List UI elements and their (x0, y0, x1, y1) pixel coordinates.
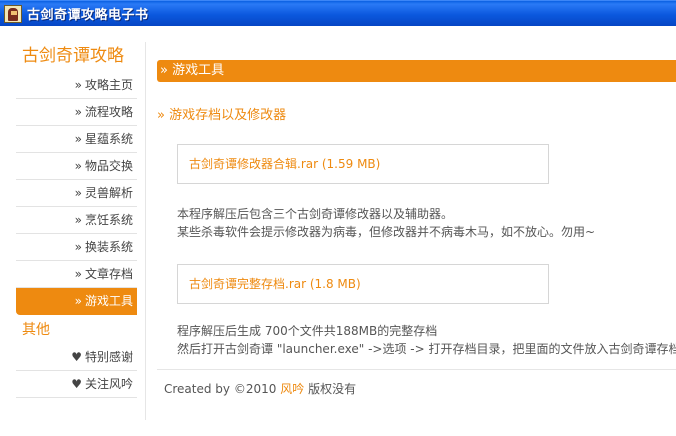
sidebar-item-label: 特别感谢 (84, 350, 133, 364)
sidebar-item-label: 攻略主页 (84, 78, 133, 92)
file-link-text[interactable]: 古剑奇谭修改器合辑.rar (1.59 MB) (189, 157, 380, 171)
sidebar-item-game-tools[interactable]: » 游戏工具 (16, 288, 137, 315)
sidebar-title: 古剑奇谭攻略 (22, 46, 124, 66)
footer-suffix: 版权没有 (308, 382, 357, 396)
sidebar-divider (145, 42, 146, 420)
arrow-icon: » (74, 78, 82, 92)
window-titlebar: 古剑奇谭攻略电子书 (0, 0, 676, 26)
file-description: 程序解压后生成 700个文件共188MB的完整存档 然后打开古剑奇谭 "laun… (177, 322, 676, 358)
sidebar-item-costume[interactable]: » 换装系统 (16, 234, 137, 261)
description-line: 然后打开古剑奇谭 "launcher.exe" ->选项 -> 打开存档目录，把… (177, 342, 676, 356)
sidebar-item-label: 物品交换 (84, 159, 133, 173)
sidebar-item-label: 文章存档 (84, 267, 133, 281)
arrow-icon: » (74, 159, 82, 173)
description-line: 本程序解压后包含三个古剑奇谭修改器以及辅助器。 (177, 207, 454, 221)
sidebar: 古剑奇谭攻略 » 攻略主页 » 流程攻略 » 星蕴系统 » 物品交换 » 灵兽解析 » 烹饪… (16, 40, 137, 398)
arrow-icon: » (74, 105, 82, 119)
section-title: » 游戏工具 (157, 60, 676, 82)
footer-prefix: Created by ©2010 (164, 382, 277, 396)
arrow-icon: » (74, 294, 82, 308)
sidebar-item-walkthrough[interactable]: » 流程攻略 (16, 99, 137, 126)
subheading: » 游戏存档以及修改器 (157, 108, 287, 123)
main-content: » 游戏工具 » 游戏存档以及修改器 古剑奇谭修改器合辑.rar (1.59 M… (157, 60, 676, 396)
file-description: 本程序解压后包含三个古剑奇谭修改器以及辅助器。 某些杀毒软件会提示修改器为病毒，… (177, 205, 676, 241)
sidebar-item-home[interactable]: » 攻略主页 (16, 72, 137, 99)
heart-icon: ♥ (71, 350, 82, 364)
file-link-text[interactable]: 古剑奇谭完整存档.rar (1.8 MB) (189, 277, 361, 291)
arrow-icon: » (74, 132, 82, 146)
sidebar-item-thanks[interactable]: ♥ 特别感谢 (16, 344, 137, 371)
footer-author-link[interactable]: 风吟 (280, 382, 304, 396)
sidebar-item-label: 游戏工具 (84, 294, 133, 308)
sidebar-item-label: 流程攻略 (84, 105, 133, 119)
sidebar-item-label: 关注风吟 (84, 377, 133, 391)
arrow-icon: » (74, 267, 82, 281)
sidebar-item-cooking[interactable]: » 烹饪系统 (16, 207, 137, 234)
description-line: 程序解压后生成 700个文件共188MB的完整存档 (177, 324, 438, 338)
sidebar-item-articles[interactable]: » 文章存档 (16, 261, 137, 288)
file-download-link[interactable]: 古剑奇谭完整存档.rar (1.8 MB) (177, 264, 549, 304)
footer: Created by ©2010 风吟 版权没有 (164, 380, 356, 397)
sidebar-other-title: 其他 (22, 322, 50, 338)
description-line: 某些杀毒软件会提示修改器为病毒，但修改器并不病毒木马，如不放心。勿用~ (177, 225, 596, 239)
sidebar-item-label: 灵兽解析 (84, 186, 133, 200)
heart-icon: ♥ (71, 377, 82, 391)
app-icon[interactable] (4, 4, 22, 23)
sidebar-item-item-exchange[interactable]: » 物品交换 (16, 153, 137, 180)
sidebar-item-label: 换装系统 (84, 240, 133, 254)
arrow-icon: » (74, 213, 82, 227)
sidebar-item-label: 星蕴系统 (84, 132, 133, 146)
arrow-icon: » (74, 240, 82, 254)
arrow-icon: » (74, 186, 82, 200)
sidebar-item-follow[interactable]: ♥ 关注风吟 (16, 371, 137, 398)
footer-divider (157, 369, 676, 370)
file-download-link[interactable]: 古剑奇谭修改器合辑.rar (1.59 MB) (177, 144, 549, 184)
window-title: 古剑奇谭攻略电子书 (27, 8, 149, 23)
sidebar-item-pet-analysis[interactable]: » 灵兽解析 (16, 180, 137, 207)
sidebar-item-label: 烹饪系统 (84, 213, 133, 227)
sidebar-item-star-system[interactable]: » 星蕴系统 (16, 126, 137, 153)
